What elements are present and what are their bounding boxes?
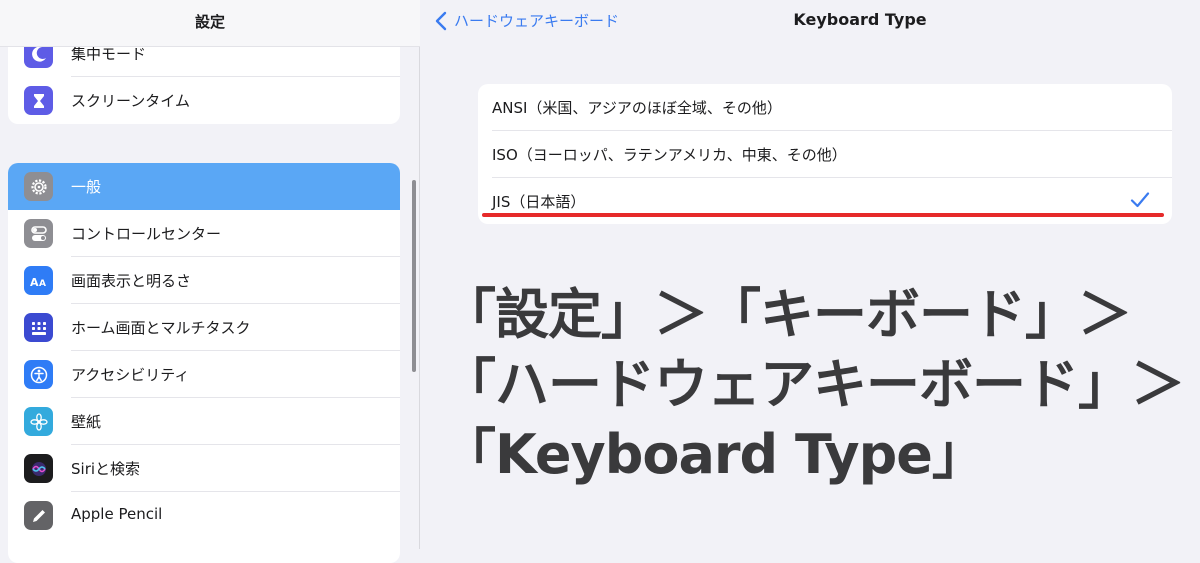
sidebar-item-label: Siriと検索 xyxy=(71,460,141,478)
sidebar-scrollbar[interactable] xyxy=(412,180,416,372)
back-button[interactable]: ハードウェアキーボード xyxy=(434,10,619,31)
option-label: ISO（ヨーロッパ、ラテンアメリカ、中東、その他） xyxy=(492,146,847,164)
pencil-icon xyxy=(24,501,53,530)
option-iso[interactable]: ISO（ヨーロッパ、ラテンアメリカ、中東、その他） xyxy=(478,131,1172,178)
sidebar-title: 設定 xyxy=(194,13,225,31)
page-title: Keyboard Type xyxy=(793,10,927,29)
svg-text:A: A xyxy=(39,279,46,289)
overlay-caption: 「設定」＞「キーボード」＞ 「ハードウェアキーボード」＞ 「Keyboard T… xyxy=(442,280,1185,490)
option-label: ANSI（米国、アジアのほぼ全域、その他） xyxy=(492,99,782,117)
sidebar-item-screen-time[interactable]: スクリーンタイム xyxy=(8,77,400,124)
option-ansi[interactable]: ANSI（米国、アジアのほぼ全域、その他） xyxy=(478,84,1172,131)
sidebar-item-label: Apple Pencil xyxy=(71,505,163,523)
sidebar-item-accessibility[interactable]: アクセシビリティ xyxy=(8,351,400,398)
sidebar-item-label: アクセシビリティ xyxy=(71,366,190,384)
chevron-left-icon xyxy=(435,11,447,30)
sidebar-item-home-multitask[interactable]: ホーム画面とマルチタスク xyxy=(8,304,400,351)
sidebar-item-general[interactable]: 一般 xyxy=(8,163,400,210)
sidebar-item-display-brightness[interactable]: AA 画面表示と明るさ xyxy=(8,257,400,304)
toggles-icon xyxy=(24,219,53,248)
keyboard-type-list: ANSI（米国、アジアのほぼ全域、その他） ISO（ヨーロッパ、ラテンアメリカ、… xyxy=(478,84,1172,224)
grid-icon xyxy=(24,313,53,342)
sidebar-item-apple-pencil[interactable]: Apple Pencil xyxy=(8,492,400,539)
siri-icon xyxy=(24,454,53,483)
checkmark-icon xyxy=(1130,192,1150,208)
accessibility-icon xyxy=(24,360,53,389)
sidebar-item-label: 壁紙 xyxy=(71,413,102,431)
back-button-label: ハードウェアキーボード xyxy=(454,12,620,30)
sidebar-item-wallpaper[interactable]: 壁紙 xyxy=(8,398,400,445)
hourglass-icon xyxy=(24,86,53,115)
caption-line-1: 「設定」＞「キーボード」＞ xyxy=(442,283,1132,346)
sidebar-header: 設定 xyxy=(0,0,420,47)
sidebar-item-label: スクリーンタイム xyxy=(71,92,190,110)
flower-icon xyxy=(24,407,53,436)
svg-text:A: A xyxy=(30,276,39,289)
option-jis[interactable]: JIS（日本語） xyxy=(478,178,1172,224)
settings-sidebar: 集中モード スクリーンタイム 設定 一般 コントロールセンター A A 画面表示… xyxy=(0,0,420,563)
detail-pane: ハードウェアキーボード Keyboard Type ANSI（米国、アジアのほぼ… xyxy=(420,0,1200,549)
caption-line-2: 「ハードウェアキーボード」＞ xyxy=(442,353,1185,416)
sidebar-item-label: コントロールセンター xyxy=(71,225,222,243)
red-underline-annotation xyxy=(482,213,1164,217)
sidebar-group-general: 一般 コントロールセンター AA 画面表示と明るさ ホーム画面とマルチタスク ア… xyxy=(8,163,400,563)
caption-line-3: 「Keyboard Type」 xyxy=(442,423,986,486)
gear-icon xyxy=(24,172,53,201)
sidebar-item-siri-search[interactable]: Siriと検索 xyxy=(8,445,400,492)
text-size-icon: AA xyxy=(24,266,53,295)
sidebar-item-label: 画面表示と明るさ xyxy=(71,272,192,290)
sidebar-item-control-center[interactable]: コントロールセンター xyxy=(8,210,400,257)
sidebar-item-label: 一般 xyxy=(71,178,102,196)
sidebar-item-label: ホーム画面とマルチタスク xyxy=(71,319,251,337)
option-label: JIS（日本語） xyxy=(492,193,586,211)
